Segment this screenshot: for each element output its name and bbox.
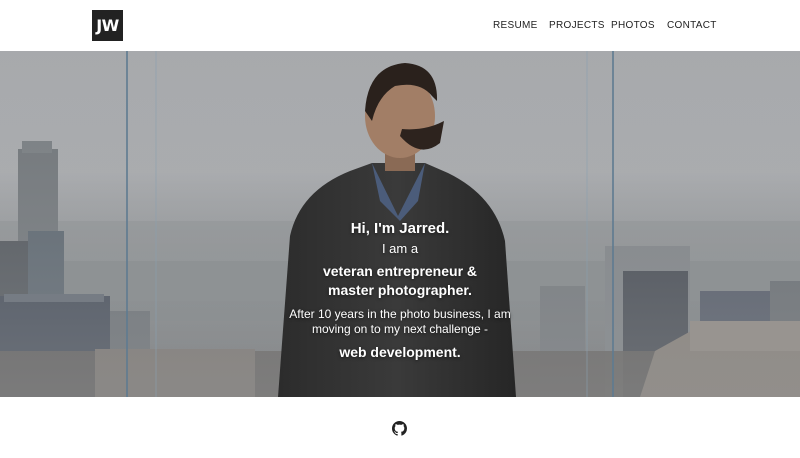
site-header: JW RESUME PROJECTS PHOTOS CONTACT bbox=[0, 0, 800, 51]
nav-projects-link[interactable]: PROJECTS bbox=[549, 18, 605, 34]
nav-resume-link[interactable]: RESUME bbox=[493, 18, 538, 34]
hero-story: After 10 years in the photo business, I … bbox=[289, 307, 511, 336]
hero-role: veteran entrepreneur & master photograph… bbox=[322, 263, 478, 298]
nav-photos-link[interactable]: PHOTOS bbox=[611, 18, 655, 34]
nav-contact-link[interactable]: CONTACT bbox=[667, 18, 717, 34]
hero-greeting: Hi, I'm Jarred. bbox=[350, 220, 450, 237]
hero-intro: Hi, I'm Jarred. I am a veteran entrepren… bbox=[270, 219, 530, 362]
hero-section: Hi, I'm Jarred. I am a veteran entrepren… bbox=[0, 51, 800, 397]
github-icon[interactable] bbox=[392, 421, 407, 436]
github-icon-glyph bbox=[392, 421, 407, 436]
hero-highlight: web development. bbox=[339, 344, 461, 360]
hero-intro-line: I am a bbox=[381, 241, 419, 256]
site-footer bbox=[0, 397, 800, 458]
main-nav: RESUME PROJECTS PHOTOS CONTACT bbox=[0, 18, 800, 34]
